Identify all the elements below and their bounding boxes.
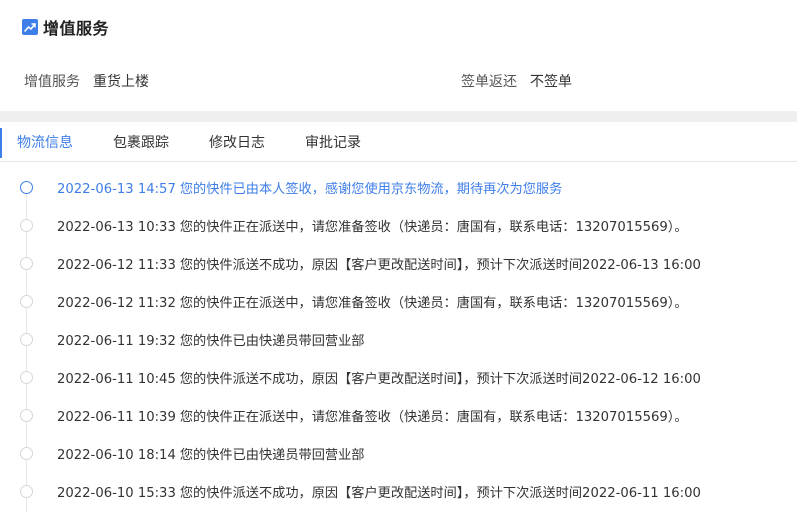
- timeline-item: 2022-06-13 10:33 您的快件正在派送中，请您准备签收（快递员：唐国有…: [0, 206, 797, 244]
- timeline-dot-icon: [20, 332, 33, 346]
- timeline-item: 2022-06-10 15:33 您的快件派送不成功，原因【客户更改配送时间】，预…: [0, 472, 797, 510]
- timeline-entry-time: 2022-06-11 10:45: [57, 371, 176, 387]
- timeline-dot-icon: [20, 370, 33, 384]
- signature-return-label: 签单返还: [461, 74, 517, 90]
- timeline-entry-text: 2022-06-11 19:32 您的快件已由快递员带回营业部: [57, 330, 364, 349]
- timeline-entry-text: 2022-06-11 10:39 您的快件正在派送中，请您准备签收（快递员：唐国有…: [57, 406, 688, 425]
- timeline-entry-text: 2022-06-12 11:33 您的快件派送不成功，原因【客户更改配送时间】，预…: [57, 254, 701, 273]
- service-info-row: 增值服务 重货上楼 签单返还 不签单: [0, 70, 797, 92]
- timeline-entry-message: 您的快件派送不成功，原因【客户更改配送时间】，预计下次派送时间2022-06-1…: [179, 371, 701, 387]
- active-tab-indicator: [0, 128, 2, 158]
- timeline-dot-icon: [20, 294, 33, 308]
- signature-return-field: 签单返还 不签单: [461, 70, 572, 92]
- timeline-entry-message: 您的快件正在派送中，请您准备签收（快递员：唐国有，联系电话：1320701556…: [179, 219, 688, 235]
- section-title: 增值服务: [43, 19, 110, 38]
- timeline-item: 2022-06-11 10:45 您的快件派送不成功，原因【客户更改配送时间】，预…: [0, 358, 797, 396]
- timeline-entry-time: 2022-06-10 15:33: [57, 485, 176, 501]
- tab-bar: 物流信息 包裹跟踪 修改日志 审批记录: [0, 122, 797, 162]
- trend-chart-icon: [22, 19, 38, 35]
- timeline-entry-time: 2022-06-12 11:32: [57, 295, 176, 311]
- timeline-entry-time: 2022-06-12 11:33: [57, 257, 176, 273]
- timeline-entry-message: 您的快件已由快递员带回营业部: [179, 447, 365, 463]
- timeline-item: 2022-06-11 10:39 您的快件正在派送中，请您准备签收（快递员：唐国有…: [0, 396, 797, 434]
- value-added-service-label: 增值服务: [24, 74, 80, 90]
- value-added-service-value: 重货上楼: [93, 74, 149, 90]
- timeline-item: 2022-06-11 19:32 您的快件已由快递员带回营业部: [0, 320, 797, 358]
- timeline-entry-message: 您的快件派送不成功，原因【客户更改配送时间】，预计下次派送时间2022-06-1…: [179, 257, 701, 273]
- timeline-dot-icon: [20, 484, 33, 498]
- timeline-entry-time: 2022-06-11 19:32: [57, 333, 176, 349]
- timeline-entry-time: 2022-06-13 14:57: [57, 181, 176, 197]
- timeline-entry-text: 2022-06-13 10:33 您的快件正在派送中，请您准备签收（快递员：唐国有…: [57, 216, 688, 235]
- timeline-entry-text: 2022-06-12 11:32 您的快件正在派送中，请您准备签收（快递员：唐国有…: [57, 292, 688, 311]
- timeline-entry-time: 2022-06-13 10:33: [57, 219, 176, 235]
- timeline-item: 2022-06-12 11:32 您的快件正在派送中，请您准备签收（快递员：唐国有…: [0, 282, 797, 320]
- tab-approval-records[interactable]: 审批记录: [305, 122, 361, 162]
- timeline-entry-message: 您的快件已由快递员带回营业部: [179, 333, 365, 349]
- section-divider: [0, 111, 797, 122]
- timeline-entry-text: 2022-06-11 10:45 您的快件派送不成功，原因【客户更改配送时间】，预…: [57, 368, 701, 387]
- timeline-item: 2022-06-10 18:14 您的快件已由快递员带回营业部: [0, 434, 797, 472]
- timeline-dot-icon: [20, 256, 33, 270]
- section-header: 增值服务: [22, 15, 109, 39]
- timeline-entry-text: 2022-06-13 14:57 您的快件已由本人签收，感谢您使用京东物流，期待再…: [57, 178, 562, 197]
- tab-package-tracking[interactable]: 包裹跟踪: [113, 122, 169, 162]
- timeline-item: 2022-06-13 14:57 您的快件已由本人签收，感谢您使用京东物流，期待再…: [0, 168, 797, 206]
- value-added-service-field: 增值服务 重货上楼: [24, 70, 149, 92]
- tab-logistics-info[interactable]: 物流信息: [17, 122, 73, 162]
- timeline-entry-text: 2022-06-10 15:33 您的快件派送不成功，原因【客户更改配送时间】，预…: [57, 482, 701, 501]
- timeline-dot-active-icon: [20, 180, 33, 194]
- timeline-entry-message: 您的快件已由本人签收，感谢您使用京东物流，期待再次为您服务: [179, 181, 563, 197]
- timeline-entry-message: 您的快件正在派送中，请您准备签收（快递员：唐国有，联系电话：1320701556…: [179, 409, 688, 425]
- timeline-entry-message: 您的快件正在派送中，请您准备签收（快递员：唐国有，联系电话：1320701556…: [179, 295, 688, 311]
- timeline-entry-text: 2022-06-10 18:14 您的快件已由快递员带回营业部: [57, 444, 364, 463]
- timeline-dot-icon: [20, 218, 33, 232]
- timeline-item: 2022-06-12 11:33 您的快件派送不成功，原因【客户更改配送时间】，预…: [0, 244, 797, 282]
- signature-return-value: 不签单: [530, 74, 572, 90]
- timeline-entry-message: 您的快件派送不成功，原因【客户更改配送时间】，预计下次派送时间2022-06-1…: [179, 485, 701, 501]
- timeline-dot-icon: [20, 446, 33, 460]
- timeline-entry-time: 2022-06-10 18:14: [57, 447, 176, 463]
- tab-modification-log[interactable]: 修改日志: [209, 122, 265, 162]
- timeline-entry-time: 2022-06-11 10:39: [57, 409, 176, 425]
- timeline-dot-icon: [20, 408, 33, 422]
